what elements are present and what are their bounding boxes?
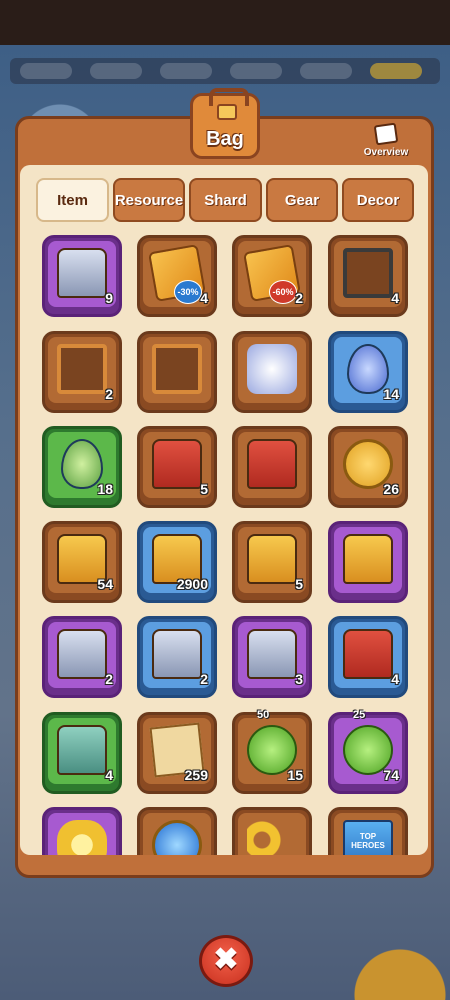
item-count: 2: [200, 671, 208, 687]
close-button[interactable]: ✖: [199, 935, 253, 987]
silver-chest-icon: [247, 629, 297, 679]
item-count: 4: [391, 290, 399, 306]
resource-strip: [10, 58, 440, 84]
item-count: 14: [383, 386, 399, 402]
item-count: 3: [295, 671, 303, 687]
item-slot[interactable]: [137, 807, 217, 855]
item-slot[interactable]: 2: [42, 616, 122, 698]
item-slot[interactable]: [137, 331, 217, 413]
item-slot[interactable]: 54: [42, 521, 122, 603]
dark-frame-icon: [343, 248, 393, 298]
item-level: 50: [257, 709, 270, 721]
item-count: 18: [97, 481, 113, 497]
item-slot[interactable]: 4: [328, 616, 408, 698]
book-title: TOP HEROES: [351, 832, 385, 850]
item-slot[interactable]: 5: [137, 426, 217, 508]
tab-shard[interactable]: Shard: [189, 178, 262, 222]
tab-resource[interactable]: Resource: [113, 178, 185, 222]
hero-portrait-icon: [247, 344, 297, 394]
page-title: Bag: [206, 128, 244, 150]
discount-badge: -60%: [269, 280, 297, 304]
tab-gear[interactable]: Gear: [266, 178, 338, 222]
item-slot[interactable]: 26: [328, 426, 408, 508]
item-slot[interactable]: 50 15: [232, 709, 312, 794]
item-slot[interactable]: [328, 521, 408, 603]
red-chest-icon: [152, 439, 202, 489]
item-slot[interactable]: 2: [42, 331, 122, 413]
mystery-chest-icon: [152, 629, 202, 679]
item-slot[interactable]: 259: [137, 712, 217, 794]
item-slot[interactable]: 9: [42, 235, 122, 317]
discount-badge: -30%: [174, 280, 202, 304]
item-slot[interactable]: 2900: [137, 521, 217, 603]
close-icon: ✖: [213, 943, 239, 976]
item-slot[interactable]: -60% 2: [232, 235, 312, 317]
key-icon: [247, 820, 297, 855]
item-count: 4: [391, 671, 399, 687]
item-slot[interactable]: 18: [42, 426, 122, 508]
item-slot[interactable]: 3: [232, 616, 312, 698]
item-slot[interactable]: 2: [137, 616, 217, 698]
tab-item[interactable]: Item: [36, 178, 109, 222]
tab-bar: Item Resource Shard Gear Decor: [36, 178, 414, 222]
item-count: 2900: [176, 576, 208, 592]
treasure-chest-icon: [343, 534, 393, 584]
bronze-chest-icon: [343, 629, 393, 679]
item-count: 4: [200, 290, 208, 306]
item-slot[interactable]: -30% 4: [137, 235, 217, 317]
item-count: 54: [97, 576, 113, 592]
star-frame-icon: [152, 344, 202, 394]
avatar-frame-icon: [57, 344, 107, 394]
overview-label: Overview: [363, 147, 409, 158]
item-slot[interactable]: 5: [232, 521, 312, 603]
item-count: 2: [105, 386, 113, 402]
item-slot[interactable]: 14: [328, 331, 408, 413]
tab-decor[interactable]: Decor: [342, 178, 414, 222]
item-count: 5: [295, 576, 303, 592]
item-slot[interactable]: [42, 807, 122, 855]
item-slot[interactable]: 25 74: [328, 709, 408, 794]
gold-chest-leaf-icon: [247, 534, 297, 584]
green-chest-icon: [57, 725, 107, 775]
item-count: 74: [383, 767, 399, 783]
item-count: 4: [105, 767, 113, 783]
mystery-chest-icon: [57, 629, 107, 679]
item-grid: 9 -30% 4 -60% 2 4 2 14 18 5 26 54 2900 5 2 2 3 4 4 259 50 15 2…: [40, 235, 410, 855]
item-count: 15: [287, 767, 303, 783]
overview-button[interactable]: Overview: [357, 122, 415, 162]
item-level: 25: [353, 709, 366, 721]
status-bar: [0, 0, 450, 45]
item-count: 9: [105, 290, 113, 306]
red-chest-leaf-icon: [247, 439, 297, 489]
silver-chest-icon: [57, 248, 107, 298]
map-icon: [373, 122, 399, 146]
item-count: 2: [105, 671, 113, 687]
item-count: 2: [295, 290, 303, 306]
item-slot[interactable]: TOP HEROES: [328, 807, 408, 855]
flower-icon: [57, 820, 107, 855]
item-slot[interactable]: [232, 426, 312, 508]
item-slot[interactable]: [232, 807, 312, 855]
item-slot[interactable]: 4: [42, 712, 122, 794]
item-count: 26: [383, 481, 399, 497]
item-slot[interactable]: [232, 331, 312, 413]
item-count: 5: [200, 481, 208, 497]
item-count: 259: [184, 767, 208, 783]
item-slot[interactable]: 4: [328, 235, 408, 317]
